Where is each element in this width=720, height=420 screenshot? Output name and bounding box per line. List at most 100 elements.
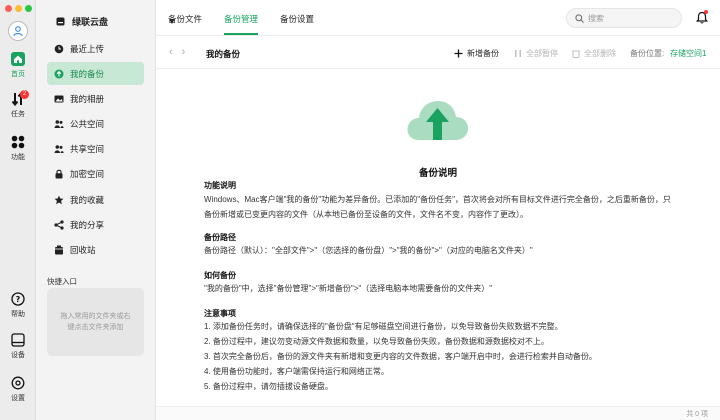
plus-icon <box>454 49 463 58</box>
list-item: 4. 使用备份功能时，客户端需保持运行和网络正常。 <box>204 367 389 376</box>
trash-icon <box>54 245 64 255</box>
public-space-icon <box>54 119 64 129</box>
add-backup-button[interactable]: 新增备份 <box>454 48 499 59</box>
sidebar-item-label: 我的备份 <box>70 68 105 79</box>
forward-arrow-icon[interactable]: › <box>182 46 186 58</box>
doc-title: 备份说明 <box>418 168 457 179</box>
trash-icon <box>572 50 580 58</box>
function-section-title: 功能说明 <box>204 181 236 190</box>
rail-tasks[interactable]: 2 任务 <box>0 90 36 119</box>
lock-icon <box>54 169 64 179</box>
sidebar-item-favorites[interactable]: 我的收藏 <box>47 188 144 211</box>
rail-help[interactable]: ? 帮助 <box>0 292 36 319</box>
drive-icon <box>56 17 65 26</box>
sidebar-item-label: 回收站 <box>70 245 96 255</box>
sidebar-item-recycle-bin[interactable]: 回收站 <box>47 239 144 262</box>
list-item: 2. 备份过程中，建议勿变动源文件数据和数量，以免导致备份失败，备份数据和源数据… <box>204 337 549 346</box>
star-icon <box>54 195 64 205</box>
notification-button[interactable] <box>695 10 709 26</box>
delete-all-label: 全部删除 <box>584 49 616 58</box>
list-item: 1. 添加备份任务时，请确保选择的"备份盘"有足够磁盘空间进行备份，以免导致备份… <box>204 322 563 331</box>
left-rail: 首页 2 任务 功能 ? 帮助 设备 设置 <box>0 0 36 420</box>
notes-section-title: 注意事项 <box>204 309 236 318</box>
quick-access-hint: 拖入常用的文件夹或右键点击文件夹添加 <box>60 313 131 331</box>
backup-icon <box>54 69 64 79</box>
home-icon <box>11 52 25 66</box>
pause-all-button[interactable]: 全部暂停 <box>514 48 558 59</box>
rail-tasks-label: 任务 <box>11 111 25 118</box>
sidebar-item-label: 我的分享 <box>70 219 105 230</box>
backup-info-panel: 备份说明 功能说明 Windows、Mac客户端"我的备份"功能为差异备份。已添… <box>156 70 720 408</box>
sidebar-item-shared-space[interactable]: 共享空间 <box>47 138 144 161</box>
quick-access-dropzone[interactable]: 拖入常用的文件夹或右键点击文件夹添加 <box>47 288 144 356</box>
app-window: 首页 2 任务 功能 ? 帮助 设备 设置 绿联云盘 ▼ 最近上传 我的备份 我… <box>0 0 720 420</box>
sidebar-item-label: 我的收藏 <box>70 194 105 205</box>
clock-icon <box>54 44 64 54</box>
toolbar: ‹ › 我的备份 新增备份 全部暂停 全部删除 备份位置: 存储空间1 <box>156 37 720 69</box>
how-section-body: "我的备份"中，选择"备份管理">"新增备份">"（选择电脑本地需要备份的文件夹… <box>204 284 493 293</box>
top-bar: 备份文件 备份管理 备份设置 搜索 <box>156 0 720 36</box>
help-icon: ? <box>11 292 25 306</box>
notes-list: 1. 添加备份任务时，请确保选择的"备份盘"有足够磁盘空间进行备份，以免导致备份… <box>204 319 674 394</box>
tasks-badge: 2 <box>20 90 29 99</box>
tab-backup-settings[interactable]: 备份设置 <box>280 13 314 25</box>
minimize-window-button[interactable] <box>15 5 22 12</box>
sidebar-item-label: 我的相册 <box>70 93 105 104</box>
path-section-body: 备份路径（默认）："全部文件">"（您选择的备份盘）">"我的备份">"（对应的… <box>204 246 533 255</box>
function-section-body: Windows、Mac客户端"我的备份"功能为差异备份。已添加的"备份任务"，首… <box>204 195 671 219</box>
rail-home[interactable]: 首页 <box>0 52 36 79</box>
user-icon <box>13 26 23 37</box>
tab-backup-management[interactable]: 备份管理 <box>224 13 258 25</box>
sidebar-item-public-space[interactable]: 公共空间 <box>47 113 144 136</box>
sidebar-item-my-shares[interactable]: 我的分享 <box>47 213 144 236</box>
backup-location-value[interactable]: 存储空间1 <box>670 48 706 59</box>
rail-device[interactable]: 设备 <box>0 333 36 360</box>
rail-device-label: 设备 <box>11 352 25 359</box>
active-tab-indicator <box>224 33 258 35</box>
sidebar-item-label: 公共空间 <box>70 119 105 130</box>
device-icon <box>11 333 25 347</box>
pause-all-label: 全部暂停 <box>526 49 558 58</box>
breadcrumb: 我的备份 <box>206 49 241 59</box>
list-item: 3. 首次完全备份后，备份的源文件夹有新增和变更内容的文件数据，客户端开启中时，… <box>204 352 597 361</box>
apps-grid-icon <box>11 135 25 149</box>
avatar[interactable] <box>8 21 28 41</box>
share-icon <box>54 220 64 230</box>
cloud-upload-icon <box>407 101 469 140</box>
history-nav: ‹ › <box>169 46 185 58</box>
back-arrow-icon[interactable]: ‹ <box>169 46 173 58</box>
rail-settings-label: 设置 <box>11 395 25 402</box>
search-input[interactable]: 搜索 <box>566 8 682 28</box>
pause-icon <box>515 50 521 57</box>
quick-access-title: 快捷入口 <box>47 277 77 286</box>
sidebar-item-recent-uploads[interactable]: 最近上传 <box>47 37 144 60</box>
maximize-window-button[interactable] <box>25 5 32 12</box>
notification-dot <box>704 10 708 14</box>
list-item: 5. 备份过程中，请勿插拔设备硬盘。 <box>204 382 333 391</box>
album-icon <box>54 94 64 104</box>
sidebar-item-label: 加密空间 <box>70 169 105 180</box>
sidebar-item-label: 最近上传 <box>70 43 105 54</box>
status-bar: 共 0 项 <box>156 406 720 420</box>
drive-name: 绿联云盘 <box>72 17 109 27</box>
path-section-title: 备份路径 <box>204 233 236 242</box>
how-section-title: 如何备份 <box>204 271 236 280</box>
delete-all-button[interactable]: 全部删除 <box>572 48 616 59</box>
rail-apps[interactable]: 功能 <box>0 135 36 162</box>
rail-help-label: 帮助 <box>11 311 25 318</box>
backup-location-label: 备份位置: <box>630 49 665 58</box>
add-backup-label: 新增备份 <box>467 49 499 58</box>
shared-space-icon <box>54 144 64 154</box>
search-icon <box>575 13 584 23</box>
sidebar-item-my-backup[interactable]: 我的备份 <box>47 62 144 86</box>
sidebar-item-label: 共享空间 <box>70 144 105 155</box>
sidebar-nav: 最近上传 我的备份 我的相册 公共空间 共享空间 加密空间 我的收藏 我的分享 <box>47 37 144 264</box>
close-window-button[interactable] <box>5 5 12 12</box>
sidebar-item-my-album[interactable]: 我的相册 <box>47 87 144 110</box>
tab-backup-files[interactable]: 备份文件 <box>168 13 202 25</box>
search-placeholder: 搜索 <box>588 13 604 23</box>
rail-home-label: 首页 <box>11 71 25 78</box>
sidebar-item-encrypted-space[interactable]: 加密空间 <box>47 163 144 186</box>
gear-icon <box>11 376 25 390</box>
rail-settings[interactable]: 设置 <box>0 376 36 403</box>
